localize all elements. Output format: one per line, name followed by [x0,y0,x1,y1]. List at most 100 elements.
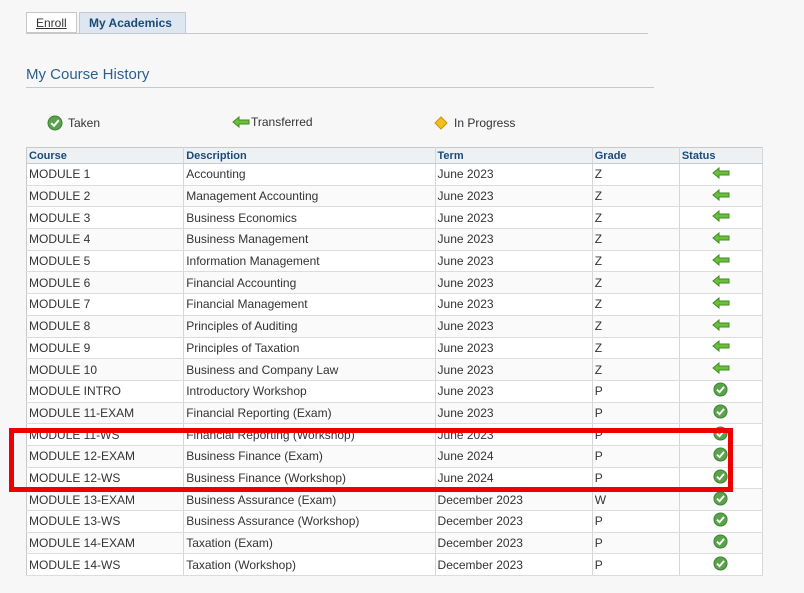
checkmark-icon [713,534,728,549]
course-cell: MODULE 10 [26,358,185,381]
grade-cell: W [592,488,680,511]
transfer-arrow-icon [712,275,730,288]
table-row: MODULE 9 Principles of Taxation June 2023 Z [26,337,764,360]
term-cell: June 2023 [435,163,593,186]
description-cell: Business Management [183,228,436,251]
grade-cell: Z [592,293,680,316]
grade-cell: P [592,467,680,490]
transfer-arrow-icon [712,361,730,375]
course-cell: MODULE 2 [26,185,185,208]
course-cell: MODULE 12-WS [26,467,185,490]
status-cell [679,206,764,230]
checkmark-icon [713,382,728,397]
course-cell: MODULE 12-EXAM [26,445,185,468]
course-cell: MODULE 6 [26,271,185,295]
checkmark-icon [713,491,728,506]
table-row: MODULE 4 Business Management June 2023 Z [26,228,764,251]
checkmark-icon [713,404,728,419]
table-row: MODULE 12-EXAM Business Finance (Exam) Jun… [26,445,764,468]
transfer-arrow-icon [232,116,250,128]
status-cell [679,185,764,208]
transfer-arrow-icon [712,340,730,353]
title-divider [26,87,654,88]
tab-enroll[interactable]: Enroll [26,12,77,33]
checkmark-icon [713,426,728,441]
description-cell: Financial Management [183,293,436,316]
course-cell: MODULE 13-WS [26,510,185,533]
legend-taken: Taken [47,115,100,131]
term-cell: June 2023 [435,380,593,403]
table-row: MODULE 7 Financial Management June 2023 Z [26,293,764,316]
transfer-arrow-icon [712,188,730,201]
term-cell: June 2023 [435,337,593,360]
table-row: MODULE 3 Business Economics June 2023 Z [26,206,764,230]
course-cell: MODULE INTRO [26,380,185,403]
course-cell: MODULE 11-WS [26,423,185,446]
description-cell: Accounting [183,163,436,186]
checkmark-icon [713,556,728,571]
description-cell: Business Economics [183,206,436,230]
table-row: MODULE 13-EXAM Business Assurance (Exam) D… [26,488,764,511]
term-cell: June 2023 [435,271,593,295]
status-cell [679,337,764,360]
status-cell [679,445,764,468]
table-row: MODULE 1 Accounting June 2023 Z [26,163,764,186]
status-cell [679,488,764,511]
grade-cell: P [592,532,680,555]
header-course: Course [26,147,185,164]
description-cell: Financial Accounting [183,271,436,295]
term-cell: June 2023 [435,185,593,208]
term-cell: June 2023 [435,315,593,338]
description-cell: Introductory Workshop [183,380,436,403]
checkmark-icon [713,512,728,527]
status-cell [679,163,764,186]
status-cell [679,293,764,316]
transfer-arrow-icon [712,231,730,244]
course-cell: MODULE 8 [26,315,185,338]
status-cell [679,228,764,251]
status-cell [679,250,764,273]
status-cell [679,358,764,381]
status-cell [679,271,764,295]
table-row: MODULE 13-WS Business Assurance (Workshop… [26,510,764,533]
header-status: Status [679,147,764,164]
legend-in-progress: In Progress [433,115,515,131]
status-cell [679,510,764,533]
checkmark-icon [713,447,728,462]
grade-cell: Z [592,358,680,381]
grade-cell: Z [592,271,680,295]
course-cell: MODULE 1 [26,163,185,186]
header-description: Description [183,147,436,164]
grade-cell: Z [592,206,680,230]
grade-cell: Z [592,185,680,208]
term-cell: June 2023 [435,206,593,230]
course-cell: MODULE 13-EXAM [26,488,185,511]
in-progress-diamond-icon [434,116,448,130]
description-cell: Taxation (Exam) [183,532,436,555]
status-cell [679,402,764,425]
table-row: MODULE 11-EXAM Financial Reporting (Exam)… [26,402,764,425]
transfer-arrow-icon [712,210,730,223]
description-cell: Information Management [183,250,436,273]
header-grade: Grade [592,147,680,164]
description-cell: Principles of Auditing [183,315,436,338]
table-row: MODULE 11-WS Financial Reporting (Worksho… [26,423,764,446]
grade-cell: Z [592,250,680,273]
term-cell: June 2023 [435,228,593,251]
page-title: My Course History [26,66,150,83]
legend-transferred: Transferred [232,115,313,129]
term-cell: June 2024 [435,467,593,490]
description-cell: Business Assurance (Exam) [183,488,436,511]
transfer-arrow-icon [712,318,730,331]
term-cell: June 2023 [435,423,593,446]
transfer-arrow-icon [712,253,730,266]
term-cell: December 2023 [435,553,593,577]
grade-cell: P [592,445,680,468]
course-cell: MODULE 3 [26,206,185,230]
checkmark-icon [47,115,63,131]
grade-cell: Z [592,315,680,338]
description-cell: Taxation (Workshop) [183,553,436,577]
tab-my-academics[interactable]: My Academics [79,12,186,34]
course-history-table: Course Description Term Grade Status MOD… [26,147,764,577]
description-cell: Management Accounting [183,185,436,208]
